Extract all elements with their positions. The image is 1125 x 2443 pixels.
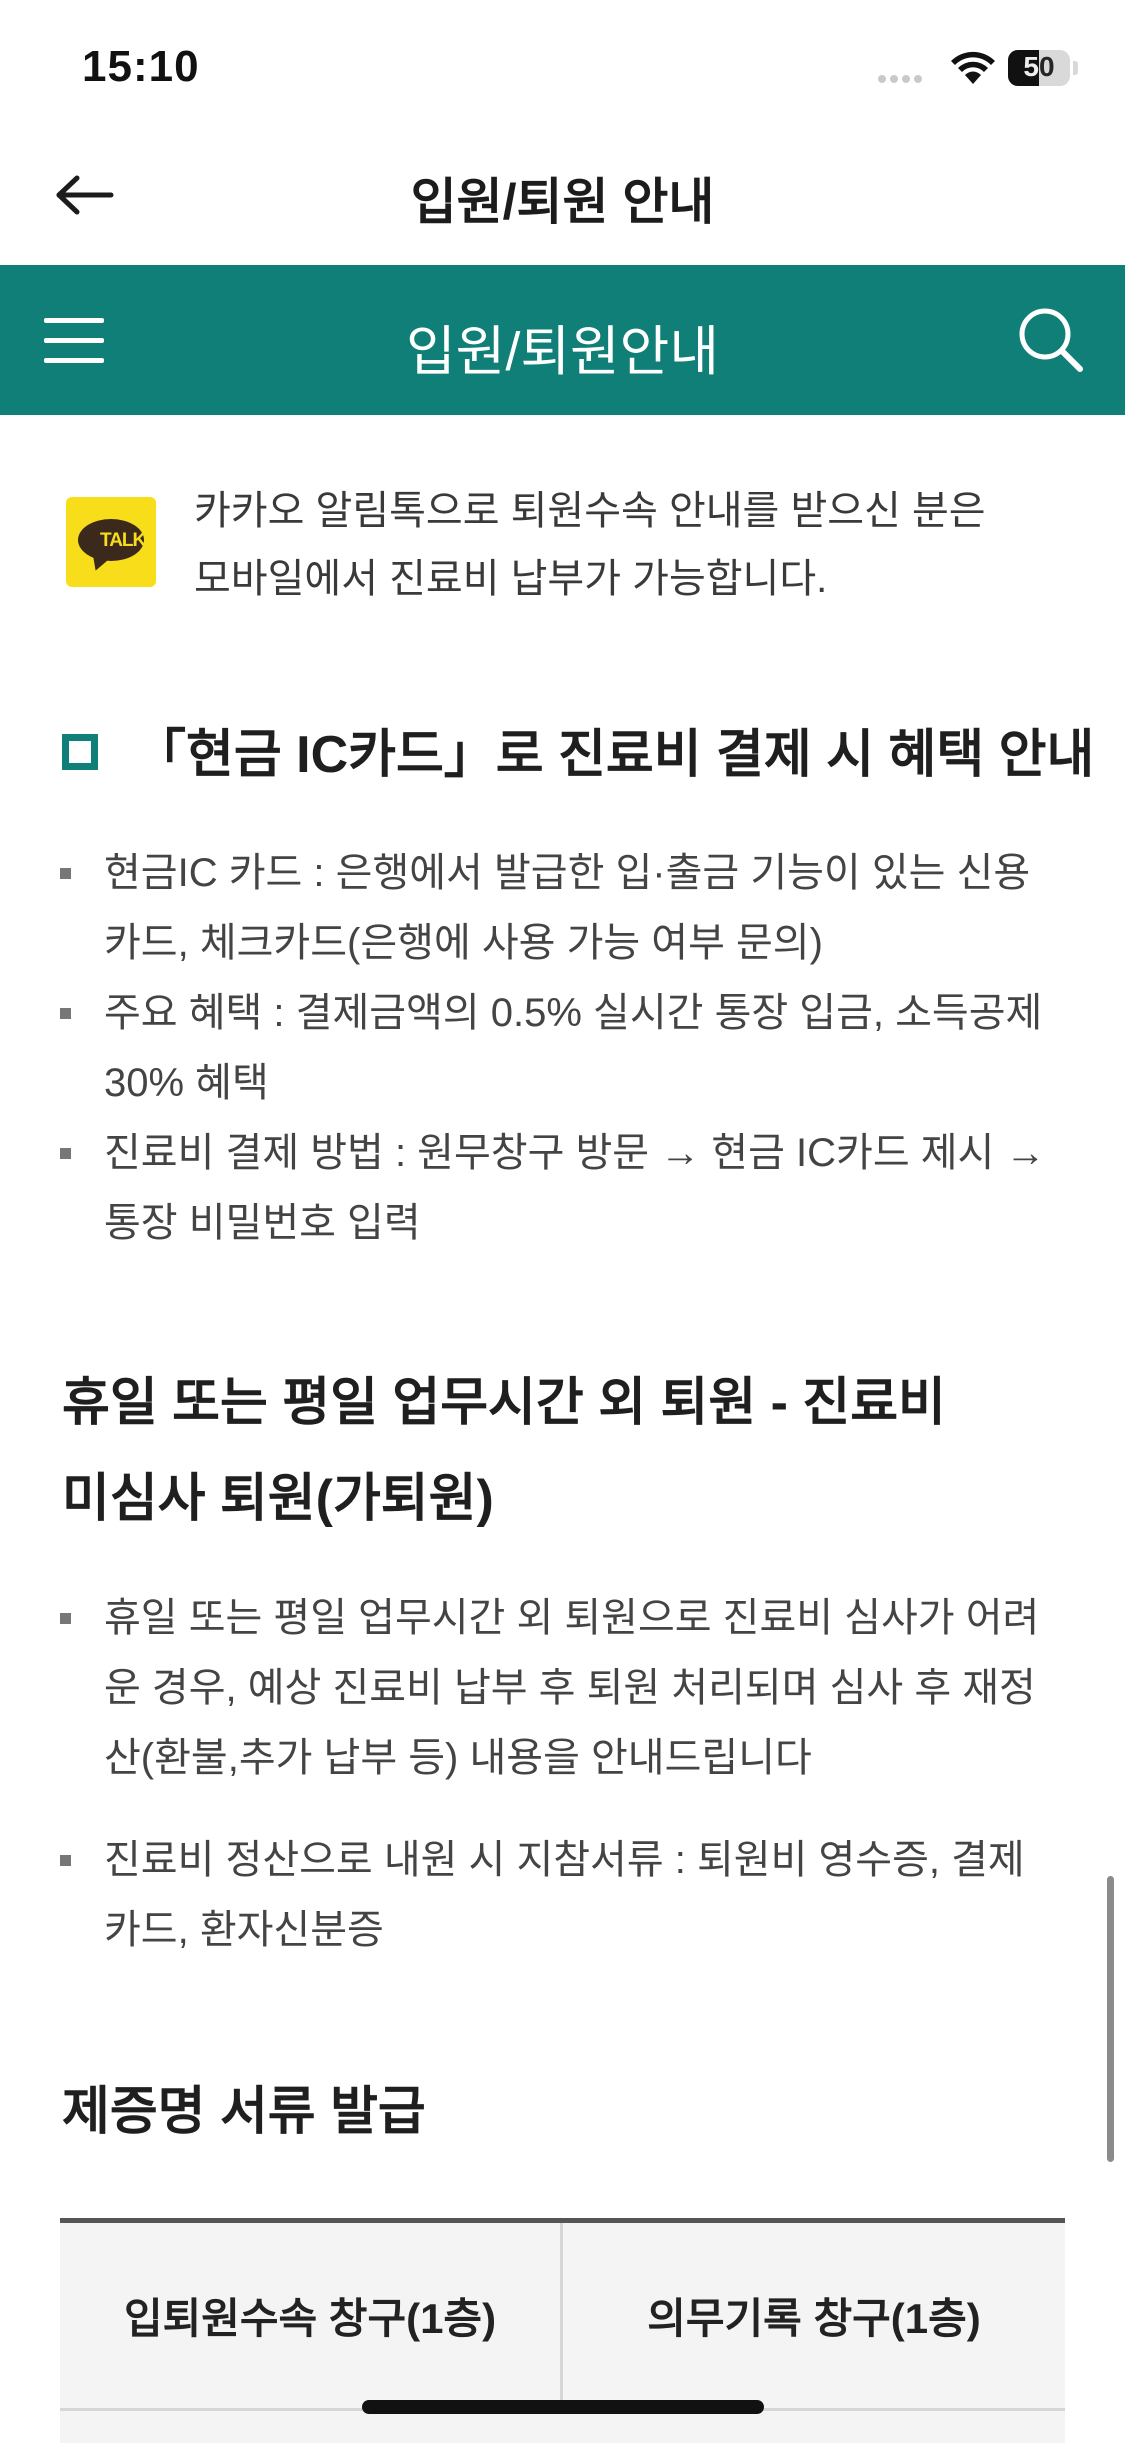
section-title: 입원/퇴원안내 <box>405 322 720 382</box>
status-bar: 15:10 50 <box>0 0 1125 140</box>
holiday-list: 휴일 또는 평일 업무시간 외 퇴원으로 진료비 심사가 어려운 경우, 예상 … <box>60 1583 1070 1965</box>
scrollbar[interactable] <box>1107 1876 1114 2162</box>
list-item-line: 카드, 환자신분증 <box>104 1908 384 1952</box>
list-item: 휴일 또는 평일 업무시간 외 퇴원으로 진료비 심사가 어려운 경우, 예상 … <box>60 1583 1070 1793</box>
list-item-line: 통장 비밀번호 입력 <box>104 1201 421 1245</box>
list-item-line: 현금IC 카드 : 은행에서 발급한 입·출금 기능이 있는 신용 <box>104 851 1031 895</box>
list-item-line: 진료비 정산으로 내원 시 지참서류 : 퇴원비 영수증, 결제 <box>104 1838 1025 1882</box>
list-item-line: 휴일 또는 평일 업무시간 외 퇴원으로 진료비 심사가 어려 <box>104 1596 1040 1640</box>
list-item-line: 진료비 결제 방법 : 원무창구 방문 → 현금 IC카드 제시 → <box>104 1131 1046 1175</box>
kakao-message-line: 모바일에서 진료비 납부가 가능합니다. <box>194 557 828 601</box>
list-item: 진료비 결제 방법 : 원무창구 방문 → 현금 IC카드 제시 → 통장 비밀번… <box>60 1118 1070 1258</box>
certificate-heading: 제증명 서류 발급 <box>62 2083 426 2141</box>
page-title: 입원/퇴원 안내 <box>410 174 715 230</box>
cash-ic-heading-text: 「현금 IC카드」로 진료비 결제 시 혜택 안내 <box>134 726 1095 784</box>
kakao-message-line: 카카오 알림톡으로 퇴원수속 안내를 받으신 분은 <box>194 489 986 533</box>
kakaotalk-badge: TALK <box>100 530 146 551</box>
holiday-heading-line: 미심사 퇴원(가퇴원) <box>62 1470 494 1528</box>
list-item-line: 운 경우, 예상 진료비 납부 후 퇴원 처리되며 심사 후 재정 <box>104 1666 1036 1710</box>
section-nav-bar: 입원/퇴원안내 <box>0 265 1125 415</box>
battery-level: 50 <box>1023 51 1055 82</box>
list-item-line: 산(환불,추가 납부 등) 내용을 안내드립니다 <box>104 1736 812 1780</box>
holiday-heading: 휴일 또는 평일 업무시간 외 퇴원 - 진료비 미심사 퇴원(가퇴원) <box>62 1355 1062 1547</box>
holiday-heading-line: 휴일 또는 평일 업무시간 외 퇴원 - 진료비 <box>62 1374 946 1432</box>
home-indicator[interactable] <box>362 2400 764 2414</box>
search-icon <box>1019 308 1083 372</box>
kakao-message: 카카오 알림톡으로 퇴원수속 안내를 받으신 분은 모바일에서 진료비 납부가 … <box>194 477 1114 613</box>
cash-ic-list: 현금IC 카드 : 은행에서 발급한 입·출금 기능이 있는 신용카드, 체크카… <box>60 838 1070 1258</box>
signal-icon <box>878 70 934 84</box>
wifi-icon <box>951 51 995 84</box>
status-time: 15:10 <box>82 42 200 91</box>
list-item-line: 카드, 체크카드(은행에 사용 가능 여부 문의) <box>104 921 823 965</box>
list-item: 주요 혜택 : 결제금액의 0.5% 실시간 통장 입금, 소득공제 30% 혜택 <box>60 978 1070 1118</box>
list-item-line: 주요 혜택 : 결제금액의 0.5% 실시간 통장 입금, 소득공제 <box>104 991 1043 1035</box>
square-bullet-icon <box>62 734 98 771</box>
battery-icon: 50 <box>1008 50 1070 86</box>
kakaotalk-icon: TALK <box>66 497 156 587</box>
list-item: 진료비 정산으로 내원 시 지참서류 : 퇴원비 영수증, 결제카드, 환자신분… <box>60 1825 1070 1965</box>
cash-ic-heading: 「현금 IC카드」로 진료비 결제 시 혜택 안내 <box>62 712 1094 787</box>
battery-tip <box>1073 61 1078 75</box>
table-header-cell: 의무기록 창구(1층) <box>647 2295 981 2342</box>
search-button[interactable] <box>1012 301 1088 377</box>
list-item: 현금IC 카드 : 은행에서 발급한 입·출금 기능이 있는 신용카드, 체크카… <box>60 838 1070 978</box>
table-header-cell: 입퇴원수속 창구(1층) <box>60 2223 563 2408</box>
list-item-line: 30% 혜택 <box>104 1061 269 1105</box>
